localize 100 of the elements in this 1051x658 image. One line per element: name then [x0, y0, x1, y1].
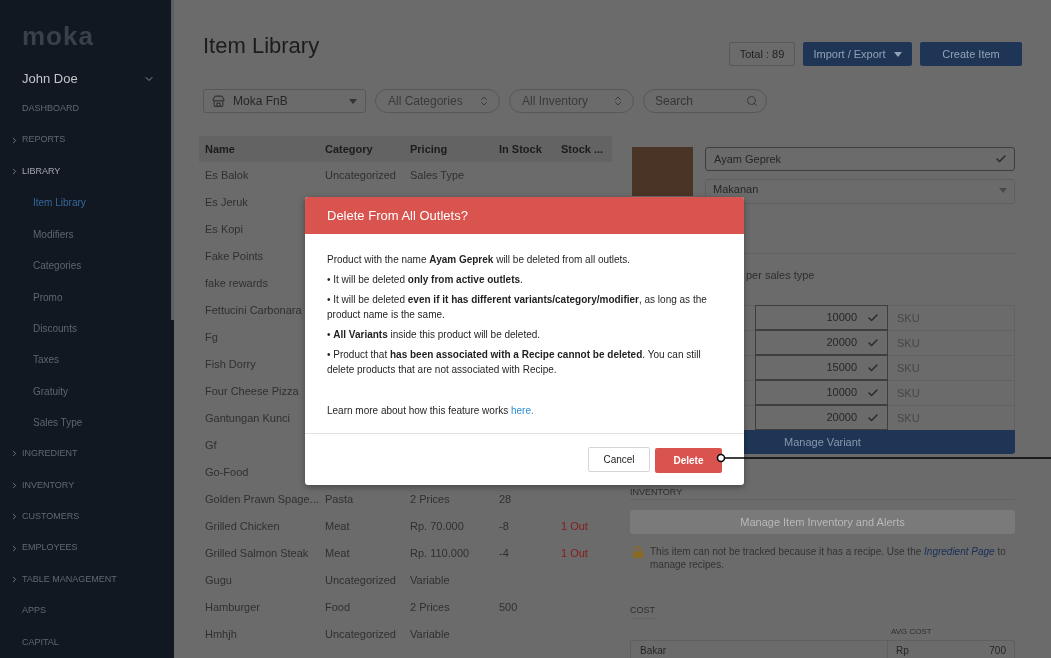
column-header[interactable]: Pricing [410, 140, 499, 158]
sort-icon [612, 95, 624, 107]
sidebar-subitem[interactable]: Modifiers [0, 218, 171, 250]
sidebar-subitem[interactable]: Item Library [0, 187, 171, 219]
sort-icon [478, 95, 490, 107]
table-cell-text: Meat [325, 546, 351, 562]
chevron-right-icon [10, 543, 19, 553]
check-icon [867, 336, 879, 349]
sidebar-item[interactable]: LIBRARY [0, 155, 171, 188]
column-header[interactable]: In Stock [499, 140, 561, 158]
chevron-right-icon [10, 512, 19, 522]
table-cell-text: Food [325, 600, 352, 616]
message-text: • It will be deleted even if it has different variants/category/modifier, as long as the product name is the same. [327, 293, 708, 322]
chevron-right-icon [10, 575, 19, 584]
sidebar-item[interactable]: DASHBOARD [0, 92, 171, 125]
table-cell-text: Es Jeruk [205, 195, 249, 211]
sidebar-item[interactable]: CAPITAL [0, 626, 171, 658]
table-cell-text: 1 Out [561, 519, 589, 535]
table-cell-text: Uncategorized [325, 573, 397, 589]
total-count: Total : 89 [729, 42, 795, 66]
chevron-right-icon [10, 135, 19, 145]
section-label: INVENTORY [630, 487, 684, 498]
sidebar-subitem[interactable]: Gratuity [0, 375, 171, 407]
message-text: Product with the name Ayam Geprek will be deleted from all outlets. [327, 253, 632, 267]
photo-placeholder [632, 147, 693, 196]
table-cell-text: Uncategorized [325, 168, 397, 184]
table-cell-text: Gantungan Kunci [205, 411, 291, 427]
table-cell-text: Hmhjh [205, 627, 238, 643]
caret-icon [349, 98, 357, 104]
table-cell-text: 28 [499, 492, 513, 508]
table-cell-text: Fettucini Carbonara [205, 303, 303, 319]
name-field[interactable]: Ayam Geprek [705, 147, 1015, 171]
delete-button[interactable]: Delete [655, 448, 722, 473]
sidebar-item[interactable]: INGREDIENT [0, 438, 171, 470]
learn-more-text: Learn more about how this feature works here. [327, 404, 535, 418]
table-cell-text: Variable [410, 573, 451, 589]
user-menu[interactable]: John Doe [0, 64, 171, 93]
table-cell-text: Gugu [205, 573, 233, 589]
table-cell-text: Grilled Chicken [205, 519, 281, 535]
table-cell-text: -8 [499, 519, 510, 535]
section-label: COST [630, 605, 655, 619]
table-cell-text: Uncategorized [325, 627, 397, 643]
caret-icon [893, 51, 902, 57]
table-cell-text: Go-Food [205, 465, 250, 481]
table-cell-text: Es Balok [205, 168, 250, 184]
cost-name-field[interactable]: Bakar [630, 640, 888, 658]
sidebar-item[interactable]: REPORTS [0, 124, 171, 156]
category-select[interactable]: Makanan [705, 179, 1015, 204]
sidebar-subitem[interactable]: Categories [0, 249, 171, 282]
check-icon [867, 386, 879, 399]
avg-cost-field[interactable]: Rp 700 [888, 640, 1015, 658]
price-field[interactable]: 10000 [755, 305, 888, 330]
ingredient-page-link[interactable]: Ingredient Page [924, 546, 995, 557]
import-export-button[interactable]: Import / Export [803, 42, 912, 66]
price-field[interactable]: 15000 [755, 355, 888, 380]
table-cell-text: Fake Points [205, 249, 265, 265]
table-cell-text: Es Kopi [205, 222, 244, 238]
table-cell-text: Meat [325, 519, 351, 535]
here-link[interactable]: here. [511, 405, 534, 416]
page-title: Item Library [202, 33, 320, 59]
sidebar-item[interactable]: TABLE MANAGEMENT [0, 563, 171, 596]
sidebar-item[interactable]: CUSTOMERS [0, 501, 171, 533]
scrollbar-thumb[interactable] [171, 0, 174, 320]
dialog-title: Delete From All Outlets? [327, 206, 468, 225]
table-cell-text: Fish Dorry [205, 357, 257, 373]
table-cell-text: Rp. 70.000 [410, 519, 465, 535]
sidebar-item[interactable]: EMPLOYEES [0, 532, 171, 564]
column-header[interactable]: Category [325, 140, 410, 158]
sidebar-subitem[interactable]: Taxes [0, 344, 171, 376]
message-text: • All Variants inside this product will be deleted. [327, 328, 542, 342]
create-item-button[interactable]: Create Item [920, 42, 1022, 66]
column-header[interactable]: Name [205, 140, 325, 158]
table-cell-text: Grilled Salmon Steak [205, 546, 310, 562]
sidebar-subitem[interactable]: Discounts [0, 312, 171, 345]
lock-icon [633, 546, 643, 558]
outlet-select[interactable]: Moka FnB [203, 89, 366, 113]
price-field[interactable]: 10000 [755, 380, 888, 405]
search-icon [746, 95, 758, 107]
price-field[interactable]: 20000 [755, 405, 888, 430]
sidebar-item[interactable]: INVENTORY [0, 469, 171, 502]
table-cell-text: Rp. 110.000 [410, 546, 471, 562]
chevron-right-icon [10, 166, 19, 176]
chevron-right-icon [10, 480, 19, 490]
table-cell-text: Gf [205, 438, 218, 454]
store-icon [212, 94, 225, 108]
table-cell-text: fake rewards [205, 276, 269, 292]
column-header[interactable]: Stock ... [561, 140, 612, 158]
table-cell-text: 1 Out [561, 546, 589, 562]
sidebar-subitem[interactable]: Sales Type [0, 406, 171, 439]
message-text: • It will be deleted only from active outlets. [327, 273, 524, 287]
sidebar-item[interactable]: APPS [0, 595, 171, 627]
pricing-label: per sales type [745, 268, 816, 282]
table-cell-text: -4 [499, 546, 510, 562]
check-icon [867, 311, 879, 324]
cancel-button[interactable]: Cancel [588, 447, 650, 472]
table-cell-text: Sales Type [410, 168, 466, 184]
message-text: • Product that has been associated with a Recipe cannot be deleted. You can still delete products that are not associated with Recipe. [327, 348, 702, 377]
table-cell-text: Pasta [325, 492, 355, 508]
price-field[interactable]: 20000 [755, 330, 888, 355]
sidebar-subitem[interactable]: Promo [0, 281, 171, 313]
